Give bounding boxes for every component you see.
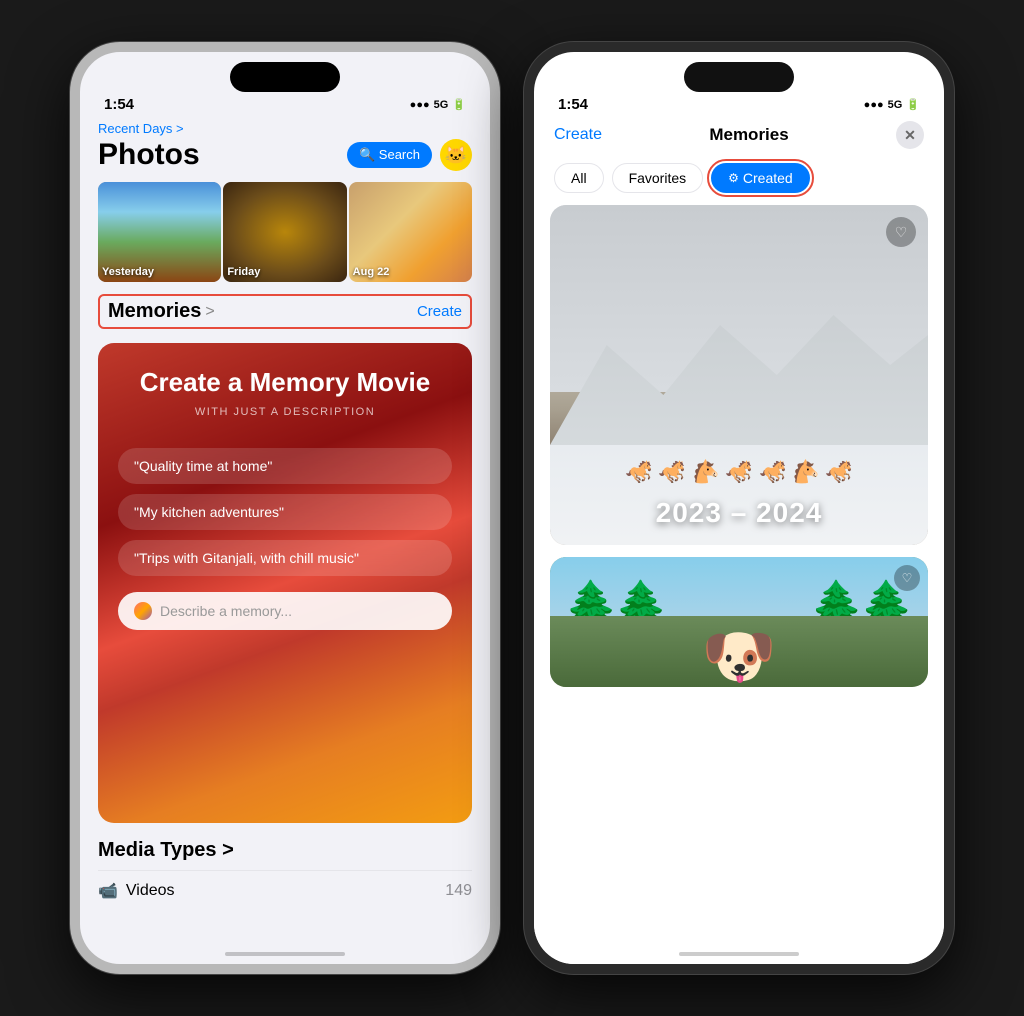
horse-scene: 🐎 🐎 🐴 🐎 🐎 🐴 🐎 2023 – 2024 (550, 205, 928, 545)
avatar[interactable]: 🐱 (440, 139, 472, 171)
horse-4: 🐎 (725, 459, 752, 485)
horse-7: 🐎 (826, 459, 853, 485)
network-left: 5G (434, 99, 449, 111)
filter-tabs: All Favorites ⚙ Created (534, 159, 944, 205)
close-icon: ✕ (904, 127, 916, 144)
horse-1: 🐎 (625, 459, 652, 485)
recent-days-link[interactable]: Recent Days > (98, 121, 472, 136)
thumbnail-label-yesterday: Yesterday (102, 266, 154, 278)
right-phone: 1:54 ●●● 5G 🔋 Create Memories ✕ All Favo… (524, 42, 954, 974)
filter-tab-all[interactable]: All (554, 163, 604, 193)
media-types-title[interactable]: Media Types > (98, 839, 472, 862)
memories-section-title: Memories (108, 300, 201, 323)
horse-photo: 🐎 🐎 🐴 🐎 🐎 🐴 🐎 2023 – 2024 ♡ (550, 205, 928, 545)
media-types-section: Media Types > 📹 Videos 149 (80, 831, 490, 915)
horses-group: 🐎 🐎 🐴 🐎 🐎 🐴 🐎 (625, 459, 853, 485)
home-indicator-right (679, 952, 799, 956)
horse-6: 🐴 (792, 459, 819, 485)
home-indicator-left (225, 952, 345, 956)
battery-icon-right: 🔋 (906, 98, 920, 111)
suggestion-pill-1[interactable]: "My kitchen adventures" (118, 494, 452, 530)
ai-icon (134, 602, 152, 620)
dynamic-island-left (230, 62, 340, 92)
horse-2: 🐎 (658, 459, 685, 485)
filter-tab-created[interactable]: ⚙ Created (711, 163, 810, 193)
dynamic-island-right (684, 62, 794, 92)
memory-card-subtitle: WITH JUST A DESCRIPTION (118, 406, 452, 418)
video-icon: 📹 (98, 881, 118, 901)
suggestion-pills: "Quality time at home" "My kitchen adven… (118, 448, 452, 576)
memories-nav: Create Memories ✕ (534, 113, 944, 159)
header-actions: 🔍 Search 🐱 (347, 139, 472, 171)
status-bar-left: 1:54 ●●● 5G 🔋 (80, 92, 490, 113)
memories-header-inner: Memories > (108, 300, 215, 323)
time-left: 1:54 (104, 96, 134, 113)
thumbnails-row: Yesterday Friday Aug 22 (80, 178, 490, 286)
network-right: 5G (888, 99, 903, 111)
heart-button-dog[interactable]: ♡ (894, 565, 920, 591)
dog-scene: 🌲 🌲 🌲 🌲 🐶 (550, 557, 928, 687)
videos-label: Videos (126, 882, 175, 900)
close-button[interactable]: ✕ (896, 121, 924, 149)
heart-button-horses[interactable]: ♡ (886, 217, 916, 247)
screen-right: Create Memories ✕ All Favorites ⚙ Create… (534, 113, 944, 974)
memory-card-title: Create a Memory Movie (118, 367, 452, 398)
screen-left: Recent Days > Photos 🔍 Search 🐱 Yesterda… (80, 113, 490, 974)
create-link[interactable]: Create (417, 303, 462, 320)
photos-title-row: Photos 🔍 Search 🐱 (98, 138, 472, 172)
year-label: 2023 – 2024 (656, 497, 823, 529)
search-button[interactable]: 🔍 Search (347, 142, 432, 168)
filter-tab-created-label: Created (743, 170, 793, 186)
photos-title: Photos (98, 138, 200, 172)
nav-create-button[interactable]: Create (554, 126, 602, 144)
memories-chevron-icon: > (205, 303, 214, 321)
videos-count: 149 (445, 882, 472, 900)
signal-icon-right: ●●● (864, 99, 884, 111)
status-icons-left: ●●● 5G 🔋 (410, 98, 466, 111)
thumbnail-aug22[interactable]: Aug 22 (349, 182, 472, 282)
memories-header: Memories > Create (98, 294, 472, 329)
media-type-videos[interactable]: 📹 Videos 149 (98, 870, 472, 911)
time-right: 1:54 (558, 96, 588, 113)
describe-input[interactable]: Describe a memory... (118, 592, 452, 630)
horse-5: 🐎 (759, 459, 786, 485)
status-icons-right: ●●● 5G 🔋 (864, 98, 920, 111)
thumbnail-friday[interactable]: Friday (223, 182, 346, 282)
gear-icon: ⚙ (728, 171, 739, 185)
memory-card[interactable]: Create a Memory Movie WITH JUST A DESCRI… (98, 343, 472, 823)
memory-card-horses[interactable]: 🐎 🐎 🐴 🐎 🐎 🐴 🐎 2023 – 2024 ♡ (550, 205, 928, 545)
signal-icon-left: ●●● (410, 99, 430, 111)
left-phone: 1:54 ●●● 5G 🔋 Recent Days > Photos 🔍 Sea… (70, 42, 500, 974)
memory-card-dog[interactable]: 🌲 🌲 🌲 🌲 🐶 ♡ (550, 557, 928, 687)
thumbnail-label-friday: Friday (227, 266, 260, 278)
describe-placeholder: Describe a memory... (160, 603, 292, 619)
media-type-videos-left: 📹 Videos (98, 881, 175, 901)
memories-section: Memories > Create (80, 286, 490, 335)
nav-title: Memories (709, 125, 788, 145)
dog-face: 🐶 (702, 627, 777, 687)
horse-3: 🐴 (692, 459, 719, 485)
thumbnail-label-aug22: Aug 22 (353, 266, 390, 278)
suggestion-pill-2[interactable]: "Trips with Gitanjali, with chill music" (118, 540, 452, 576)
filter-tab-favorites[interactable]: Favorites (612, 163, 704, 193)
thumbnail-yesterday[interactable]: Yesterday (98, 182, 221, 282)
status-bar-right: 1:54 ●●● 5G 🔋 (534, 92, 944, 113)
photos-header: Recent Days > Photos 🔍 Search 🐱 (80, 113, 490, 178)
battery-icon-left: 🔋 (452, 98, 466, 111)
suggestion-pill-0[interactable]: "Quality time at home" (118, 448, 452, 484)
